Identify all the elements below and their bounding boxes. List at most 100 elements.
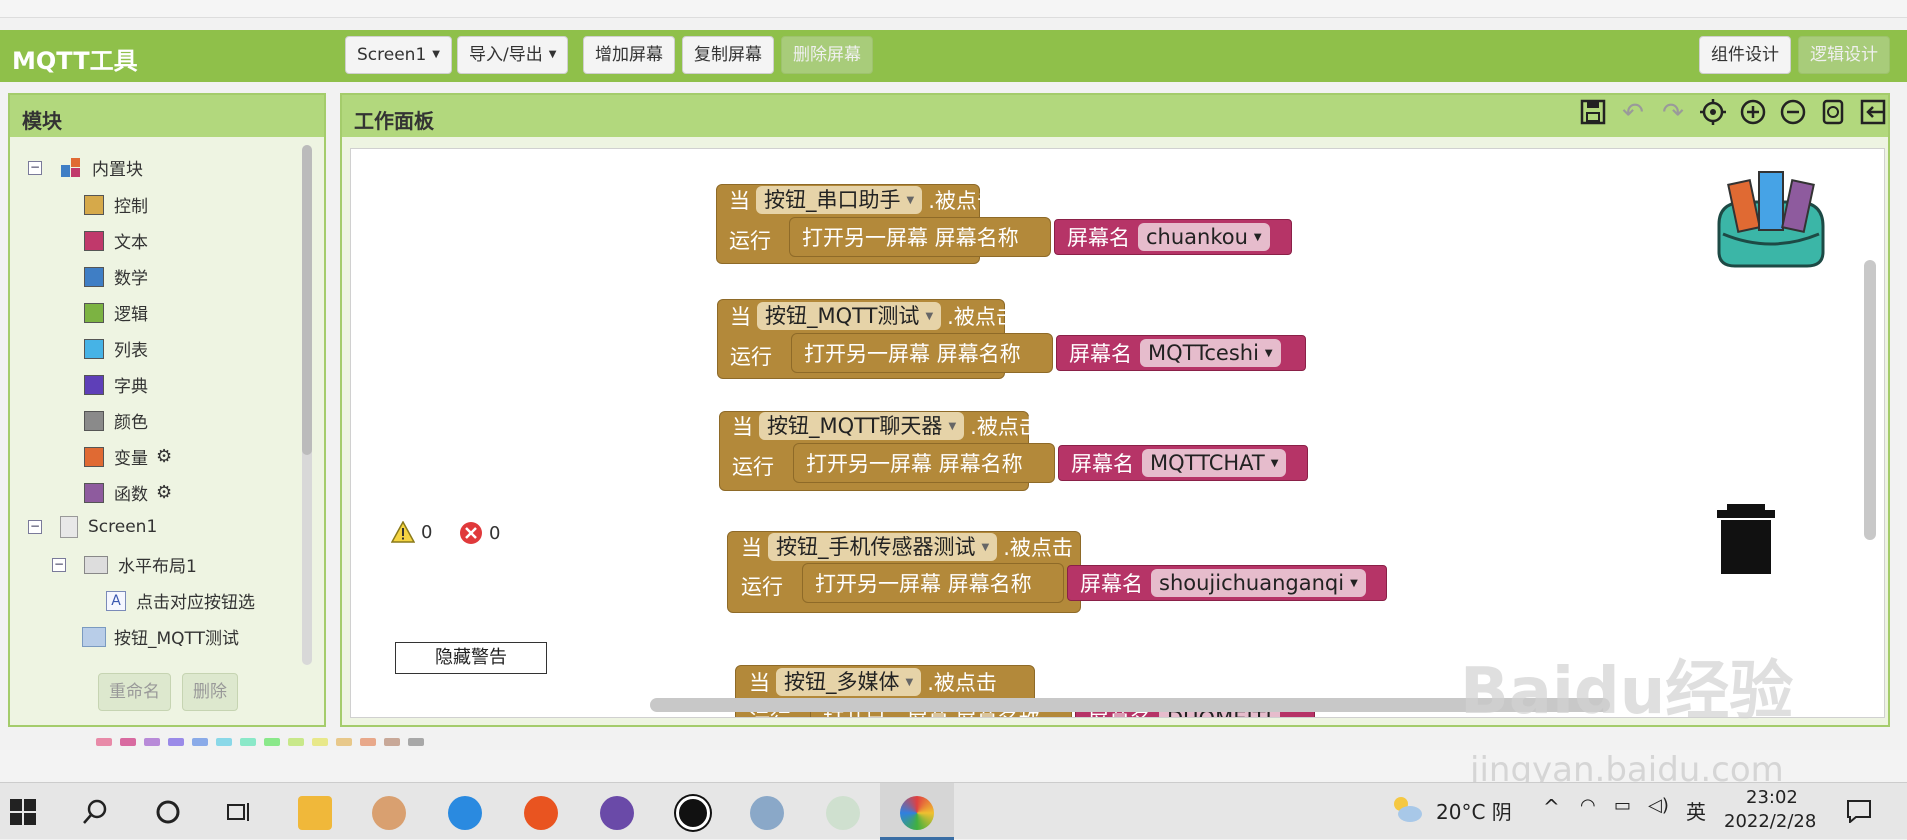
- screen-name-label: 屏幕名: [1067, 226, 1130, 250]
- category-logic[interactable]: 逻辑: [84, 300, 148, 325]
- chevron-down-icon: ▼: [948, 421, 957, 432]
- category-colors[interactable]: 颜色: [84, 408, 148, 433]
- category-control[interactable]: 控制: [84, 192, 148, 217]
- tree-label-component[interactable]: A 点击对应按钮选: [106, 588, 255, 613]
- collapse-icon[interactable]: −: [28, 160, 42, 175]
- save-icon[interactable]: [1578, 98, 1608, 128]
- task-view-icon[interactable]: [225, 799, 253, 825]
- open-screen-block[interactable]: 打开另一屏幕 屏幕名称: [789, 217, 1051, 257]
- category-math[interactable]: 数学: [84, 264, 148, 289]
- screen-name-block[interactable]: 屏幕名 shoujichuanganqi ▼: [1067, 565, 1387, 601]
- gear-icon[interactable]: ⚙: [156, 446, 172, 467]
- file-explorer-icon[interactable]: [298, 796, 332, 830]
- redo-icon[interactable]: ↷: [1658, 98, 1688, 128]
- screen-name-dropdown[interactable]: shoujichuanganqi ▼: [1151, 569, 1366, 597]
- tree-builtin[interactable]: − 内置块: [28, 155, 143, 180]
- clock-time[interactable]: 23:02: [1746, 787, 1798, 808]
- component-dropdown[interactable]: 按钮_多媒体 ▼: [776, 668, 922, 696]
- ubuntu-icon[interactable]: [524, 796, 558, 830]
- component-dropdown[interactable]: 按钮_MQTT测试 ▼: [757, 302, 942, 330]
- category-text[interactable]: 文本: [84, 228, 148, 253]
- designer-button[interactable]: 组件设计: [1699, 36, 1791, 74]
- category-label: 控制: [114, 197, 148, 217]
- edge-icon[interactable]: [448, 796, 482, 830]
- wechat-icon[interactable]: [826, 796, 860, 830]
- open-screen-block[interactable]: 打开另一屏幕 屏幕名称: [793, 443, 1055, 483]
- add-screen-button[interactable]: 增加屏幕: [583, 36, 675, 74]
- component-dropdown[interactable]: 按钮_MQTT聊天器 ▼: [759, 412, 965, 440]
- category-dictionaries[interactable]: 字典: [84, 372, 148, 397]
- chevron-down-icon: ▼: [1253, 232, 1262, 243]
- open-screen-block[interactable]: 打开另一屏幕 屏幕名称: [802, 563, 1064, 603]
- screen-name-dropdown[interactable]: MQTTceshi ▼: [1140, 339, 1281, 367]
- warnings-indicator[interactable]: 0: [391, 521, 432, 543]
- category-procedures[interactable]: 函数 ⚙: [84, 480, 172, 505]
- undo-icon[interactable]: ↶: [1618, 98, 1648, 128]
- color-chip: [312, 738, 328, 746]
- screenshot-icon[interactable]: [1818, 98, 1848, 128]
- screen-select-button[interactable]: Screen1 ▼: [345, 36, 452, 74]
- app-icon-seal[interactable]: [372, 796, 406, 830]
- chrome-icon[interactable]: [900, 796, 934, 830]
- hide-warnings-button[interactable]: 隐藏警告: [395, 642, 547, 674]
- trash-icon[interactable]: [1713, 504, 1779, 576]
- clock-date[interactable]: 2022/2/28: [1724, 811, 1816, 832]
- import-export-button[interactable]: 导入/导出 ▼: [457, 36, 569, 74]
- chevron-up-icon[interactable]: ^: [1543, 795, 1560, 819]
- copy-screen-button[interactable]: 复制屏幕: [682, 36, 774, 74]
- zoom-out-icon[interactable]: [1778, 98, 1808, 128]
- battery-icon[interactable]: ▭: [1614, 795, 1631, 816]
- search-icon[interactable]: [82, 799, 108, 825]
- screen-name-block[interactable]: 屏幕名 MQTTCHAT ▼: [1058, 445, 1308, 481]
- blocks-panel-scroll-thumb[interactable]: [302, 145, 312, 455]
- import-export-label: 导入/导出: [469, 45, 543, 65]
- color-chip: [384, 738, 400, 746]
- rename-button[interactable]: 重命名: [98, 673, 171, 711]
- exit-icon[interactable]: [1858, 98, 1888, 128]
- event-header: 当 按钮_MQTT聊天器 ▼ .被点击: [732, 411, 1040, 441]
- center-icon[interactable]: [1698, 98, 1728, 128]
- notification-icon[interactable]: [1846, 799, 1872, 823]
- category-variables[interactable]: 变量 ⚙: [84, 444, 172, 469]
- canvas-vertical-scrollbar[interactable]: [1864, 260, 1876, 540]
- weather-icon[interactable]: [1390, 793, 1424, 825]
- screen-name-dropdown[interactable]: MQTTCHAT ▼: [1142, 449, 1287, 477]
- category-label: 数学: [114, 269, 148, 289]
- windows-start-icon[interactable]: [10, 799, 36, 825]
- chevron-down-icon: ▼: [925, 311, 934, 322]
- cortana-icon[interactable]: [155, 799, 181, 825]
- blocks-panel-scrollbar[interactable]: [302, 145, 312, 665]
- tree-button-component[interactable]: 按钮_MQTT测试: [82, 624, 239, 649]
- color-chip: [360, 738, 376, 746]
- screen-name-dropdown[interactable]: chuankou ▼: [1138, 223, 1270, 251]
- errors-indicator[interactable]: 0: [459, 521, 500, 545]
- mqtt-app-icon[interactable]: [600, 796, 634, 830]
- tree-horizontal-arrangement[interactable]: − 水平布局1: [52, 552, 197, 577]
- tree-screen1[interactable]: − Screen1: [28, 516, 157, 538]
- collapse-icon[interactable]: −: [28, 520, 42, 534]
- ime-indicator[interactable]: 英: [1686, 796, 1706, 825]
- category-lists[interactable]: 列表: [84, 336, 148, 361]
- blocks-canvas[interactable]: 当 按钮_串口助手 ▼ .被点击 运行 打开另一屏幕 屏幕名称 屏幕名 chuan…: [350, 148, 1885, 718]
- active-app-highlight[interactable]: [880, 783, 954, 840]
- category-label: 逻辑: [114, 305, 148, 325]
- collapse-icon[interactable]: −: [52, 557, 66, 572]
- zoom-in-icon[interactable]: [1738, 98, 1768, 128]
- screen-name-block[interactable]: 屏幕名 chuankou ▼: [1054, 219, 1292, 255]
- delete-button[interactable]: 删除: [182, 673, 238, 711]
- component-dropdown[interactable]: 按钮_串口助手 ▼: [756, 186, 923, 214]
- record-icon[interactable]: [676, 796, 710, 830]
- backpack-icon[interactable]: [1711, 164, 1831, 274]
- blocks-editor-button[interactable]: 逻辑设计: [1798, 36, 1890, 74]
- do-label: 运行: [730, 345, 772, 369]
- network-app-icon[interactable]: [750, 796, 784, 830]
- gear-icon[interactable]: ⚙: [156, 482, 172, 503]
- weather-text[interactable]: 20°C 阴: [1436, 796, 1512, 825]
- delete-screen-button[interactable]: 删除屏幕: [781, 36, 873, 74]
- volume-icon[interactable]: ◁): [1648, 795, 1669, 816]
- component-dropdown[interactable]: 按钮_手机传感器测试 ▼: [768, 533, 998, 561]
- screen-name-block[interactable]: 屏幕名 MQTTceshi ▼: [1056, 335, 1306, 371]
- open-screen-block[interactable]: 打开另一屏幕 屏幕名称: [791, 333, 1053, 373]
- when-label: 当: [730, 305, 751, 329]
- wifi-icon[interactable]: ◠: [1580, 795, 1596, 816]
